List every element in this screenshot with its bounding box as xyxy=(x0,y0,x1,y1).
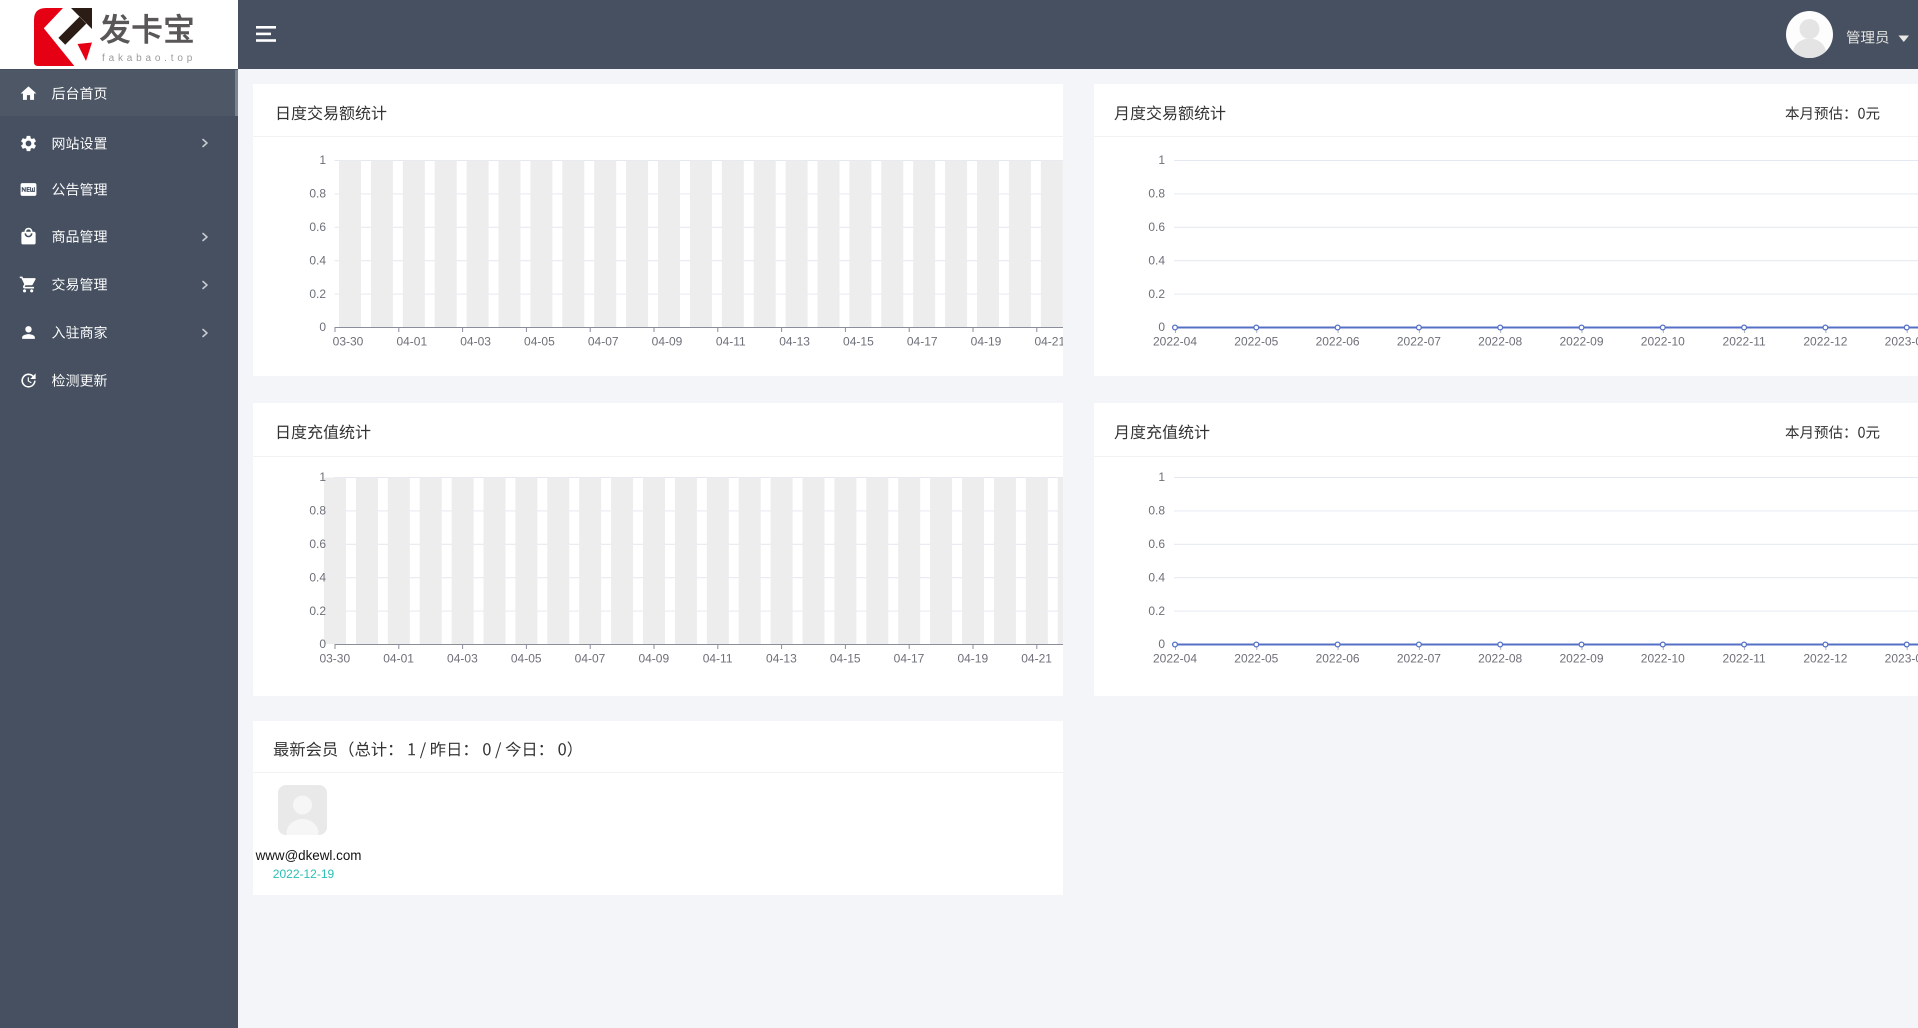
svg-text:2022-05: 2022-05 xyxy=(1234,335,1278,349)
svg-text:04-15: 04-15 xyxy=(830,652,861,666)
svg-text:0: 0 xyxy=(319,320,326,334)
svg-text:03-30: 03-30 xyxy=(319,652,350,666)
svg-text:04-15: 04-15 xyxy=(843,335,874,349)
svg-text:2022-10: 2022-10 xyxy=(1641,335,1685,349)
svg-text:0.2: 0.2 xyxy=(1148,287,1165,301)
svg-text:04-13: 04-13 xyxy=(766,652,797,666)
svg-text:04-17: 04-17 xyxy=(907,335,938,349)
svg-text:0.4: 0.4 xyxy=(1148,570,1165,584)
svg-text:0.4: 0.4 xyxy=(309,253,326,267)
svg-text:0.8: 0.8 xyxy=(1148,504,1165,518)
svg-text:2022-08: 2022-08 xyxy=(1478,335,1522,349)
svg-text:04-01: 04-01 xyxy=(396,335,427,349)
svg-text:0.2: 0.2 xyxy=(1148,604,1165,618)
svg-text:0.6: 0.6 xyxy=(309,220,326,234)
svg-text:0.4: 0.4 xyxy=(1148,253,1165,267)
svg-text:04-21: 04-21 xyxy=(1021,652,1052,666)
svg-text:0.2: 0.2 xyxy=(309,604,326,618)
svg-text:2022-09: 2022-09 xyxy=(1559,652,1603,666)
svg-text:04-13: 04-13 xyxy=(779,335,810,349)
svg-text:04-05: 04-05 xyxy=(511,652,542,666)
svg-text:0: 0 xyxy=(1158,637,1165,651)
svg-text:2022-12: 2022-12 xyxy=(1803,335,1847,349)
svg-text:2022-05: 2022-05 xyxy=(1234,652,1278,666)
svg-text:04-17: 04-17 xyxy=(894,652,925,666)
svg-text:2022-06: 2022-06 xyxy=(1316,652,1360,666)
svg-text:2022-08: 2022-08 xyxy=(1478,652,1522,666)
svg-text:04-07: 04-07 xyxy=(588,335,619,349)
svg-text:0.6: 0.6 xyxy=(1148,537,1165,551)
svg-text:0.8: 0.8 xyxy=(309,187,326,201)
svg-text:0: 0 xyxy=(319,637,326,651)
svg-text:0.8: 0.8 xyxy=(309,504,326,518)
svg-text:2022-07: 2022-07 xyxy=(1397,652,1441,666)
svg-text:03-30: 03-30 xyxy=(333,335,364,349)
svg-text:0.6: 0.6 xyxy=(1148,220,1165,234)
svg-text:1: 1 xyxy=(319,153,326,167)
svg-text:0.6: 0.6 xyxy=(309,537,326,551)
svg-text:2022-04: 2022-04 xyxy=(1153,652,1197,666)
svg-text:2022-12-19: 2022-12-19 xyxy=(273,867,335,881)
svg-text:0.8: 0.8 xyxy=(1148,187,1165,201)
svg-text:04-09: 04-09 xyxy=(652,335,683,349)
svg-text:1: 1 xyxy=(319,470,326,484)
svg-text:04-09: 04-09 xyxy=(638,652,669,666)
svg-text:04-19: 04-19 xyxy=(957,652,988,666)
svg-text:04-11: 04-11 xyxy=(716,335,746,349)
svg-text:0.4: 0.4 xyxy=(309,570,326,584)
svg-text:2022-10: 2022-10 xyxy=(1641,652,1685,666)
svg-text:04-21: 04-21 xyxy=(1034,335,1063,349)
svg-text:2022-09: 2022-09 xyxy=(1559,335,1603,349)
svg-text:0.2: 0.2 xyxy=(309,287,326,301)
svg-text:0: 0 xyxy=(1158,320,1165,334)
svg-text:04-03: 04-03 xyxy=(447,652,478,666)
svg-text:2023-01: 2023-01 xyxy=(1885,652,1918,666)
svg-text:2022-12: 2022-12 xyxy=(1803,652,1847,666)
svg-text:2022-04: 2022-04 xyxy=(1153,335,1197,349)
svg-text:04-05: 04-05 xyxy=(524,335,555,349)
svg-text:2023-01: 2023-01 xyxy=(1885,335,1918,349)
svg-text:04-11: 04-11 xyxy=(703,652,733,666)
svg-text:www@dkewl.com: www@dkewl.com xyxy=(255,848,362,863)
svg-text:1: 1 xyxy=(1158,470,1165,484)
svg-text:04-01: 04-01 xyxy=(383,652,414,666)
svg-text:2022-07: 2022-07 xyxy=(1397,335,1441,349)
svg-text:04-07: 04-07 xyxy=(575,652,606,666)
svg-text:2022-11: 2022-11 xyxy=(1723,335,1766,349)
svg-text:1: 1 xyxy=(1158,153,1165,167)
svg-text:2022-06: 2022-06 xyxy=(1316,335,1360,349)
svg-text:04-03: 04-03 xyxy=(460,335,491,349)
svg-text:04-19: 04-19 xyxy=(971,335,1002,349)
svg-text:2022-11: 2022-11 xyxy=(1723,652,1766,666)
